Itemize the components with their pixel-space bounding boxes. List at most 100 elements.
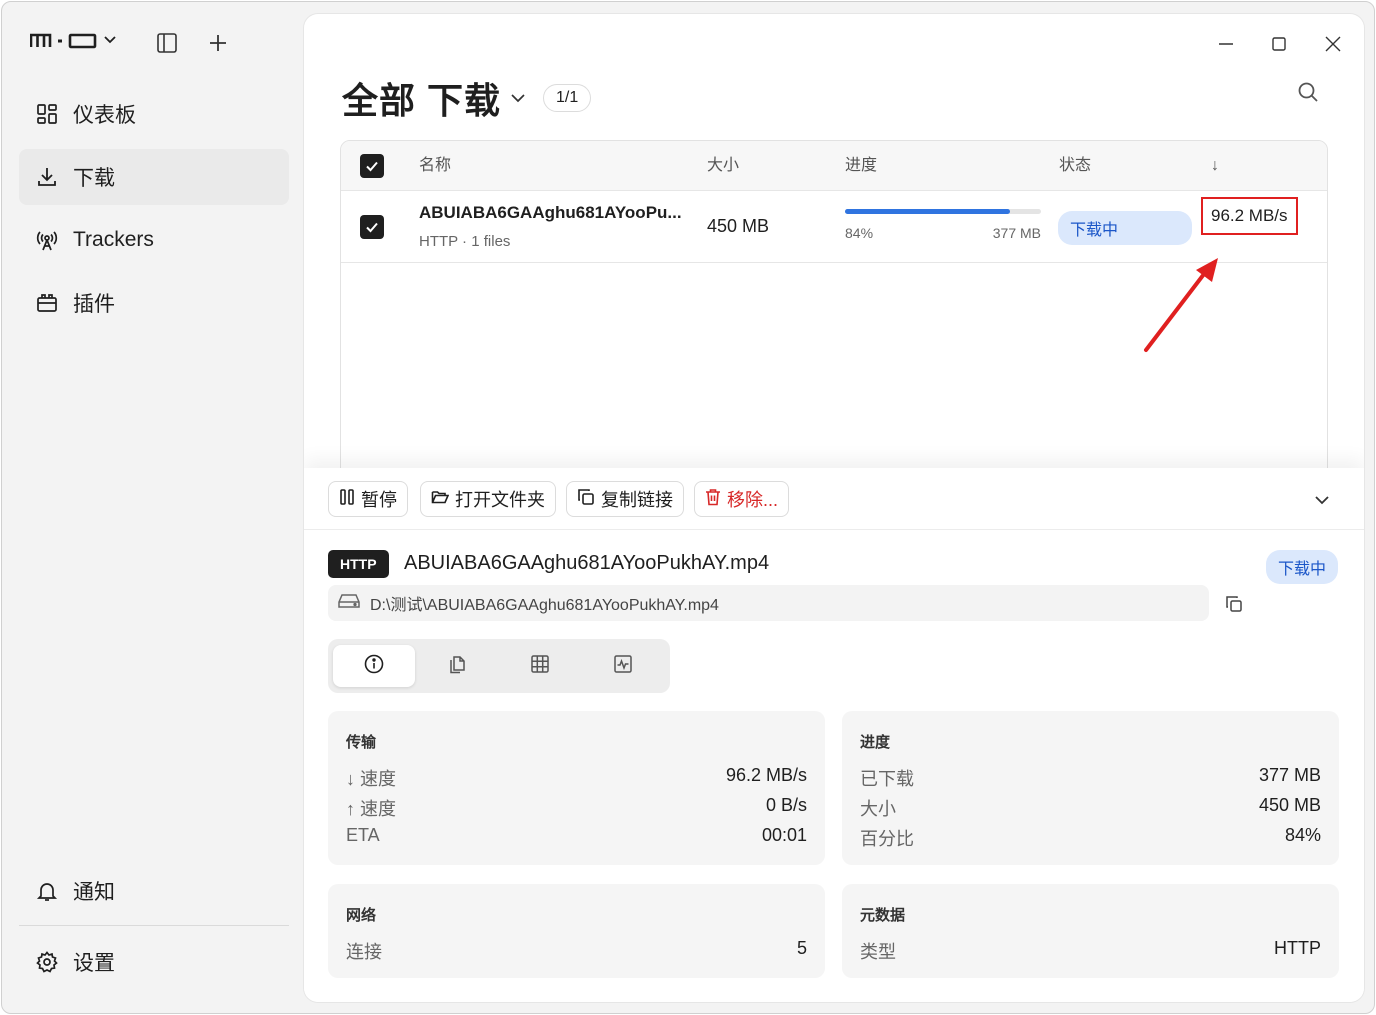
copy-path-icon[interactable] bbox=[1222, 592, 1246, 616]
value: 5 bbox=[796, 938, 807, 958]
select-all-checkbox[interactable] bbox=[360, 154, 384, 178]
transfer-card: 传输 ↓ 速度 96.2 MB/s ↑ 速度 0 B/s ETA 00:01 bbox=[328, 711, 825, 865]
column-header-speed[interactable]: ↓ bbox=[1211, 141, 1219, 191]
label: ETA bbox=[346, 825, 380, 845]
detail-tabs bbox=[328, 639, 670, 693]
drive-icon bbox=[338, 593, 360, 614]
downloaded-row: 已下载 377 MB bbox=[860, 765, 1321, 789]
action-toolbar: 暂停 打开文件夹 复制链接 移除... bbox=[304, 468, 1364, 530]
label: ↓ 速度 bbox=[346, 769, 397, 789]
sidebar-item-downloads[interactable]: 下载 bbox=[19, 149, 289, 205]
downloads-table: 名称 大小 进度 状态 ↓ ABUIABA6GAAghu681AYooPu...… bbox=[340, 140, 1328, 480]
plugin-icon bbox=[35, 291, 59, 315]
trash-icon bbox=[705, 488, 721, 511]
sidebar-item-settings[interactable]: 设置 bbox=[19, 934, 289, 990]
label: 类型 bbox=[860, 942, 896, 962]
down-speed-row: ↓ 速度 96.2 MB/s bbox=[346, 765, 807, 789]
row-file-name: ABUIABA6GAAghu681AYooPu... bbox=[419, 203, 682, 222]
metadata-card: 元数据 类型 HTTP bbox=[842, 884, 1339, 978]
card-title: 进度 bbox=[860, 734, 891, 751]
percent-row: 百分比 84% bbox=[860, 825, 1321, 849]
page-header: 全部 下载 1/1 bbox=[342, 72, 592, 124]
sidebar-item-label: 设置 bbox=[73, 952, 115, 975]
network-card: 网络 连接 5 bbox=[328, 884, 825, 978]
label: 已下载 bbox=[860, 769, 914, 789]
sidebar-item-notifications[interactable]: 通知 bbox=[19, 863, 289, 919]
page-title: 全部 下载 bbox=[342, 80, 502, 121]
folder-icon bbox=[431, 489, 450, 510]
card-title: 传输 bbox=[346, 734, 377, 751]
up-speed-row: ↑ 速度 0 B/s bbox=[346, 795, 807, 819]
column-header-name[interactable]: 名称 bbox=[419, 141, 451, 191]
row-file-sub: HTTP · 1 files bbox=[419, 233, 511, 250]
pause-icon bbox=[339, 488, 355, 511]
value: 0 B/s bbox=[765, 795, 807, 815]
gear-icon bbox=[35, 950, 59, 974]
label: ↑ 速度 bbox=[346, 799, 397, 819]
main-panel: 全部 下载 1/1 名称 大小 进度 状态 ↓ ABUIABA6GAAghu68… bbox=[304, 14, 1364, 1002]
sidebar-item-label: 插件 bbox=[73, 293, 115, 316]
collapse-panel-chevron-icon[interactable] bbox=[1310, 488, 1334, 512]
sidebar-item-dashboard[interactable]: 仪表板 bbox=[19, 86, 289, 142]
size-row: 大小 450 MB bbox=[860, 795, 1321, 819]
open-folder-button[interactable]: 打开文件夹 bbox=[420, 481, 556, 517]
detail-panel: 暂停 打开文件夹 复制链接 移除... HTTP ABUIABA6GAAghu6… bbox=[304, 468, 1364, 1002]
count-badge: 1/1 bbox=[543, 84, 592, 112]
value: 450 MB bbox=[1258, 795, 1321, 815]
table-row[interactable]: ABUIABA6GAAghu681AYooPu... HTTP · 1 file… bbox=[341, 191, 1327, 263]
pause-button[interactable]: 暂停 bbox=[328, 481, 408, 517]
eta-row: ETA 00:01 bbox=[346, 825, 807, 849]
sidebar-item-label: 仪表板 bbox=[73, 104, 136, 127]
pause-label: 暂停 bbox=[361, 490, 397, 510]
file-path-bar: D:\测试\ABUIABA6GAAghu681AYooPukhAY.mp4 bbox=[328, 585, 1209, 621]
progress-card: 进度 已下载 377 MB 大小 450 MB 百分比 84% bbox=[842, 711, 1339, 865]
grid-icon bbox=[530, 654, 550, 679]
m-o-logo-icon bbox=[30, 33, 97, 49]
files-icon bbox=[447, 654, 467, 679]
activity-chart-icon bbox=[613, 654, 633, 679]
table-header: 名称 大小 进度 状态 ↓ bbox=[341, 141, 1327, 191]
type-row: 类型 HTTP bbox=[860, 938, 1321, 962]
tab-pieces[interactable] bbox=[499, 645, 581, 687]
column-header-status[interactable]: 状态 bbox=[1059, 141, 1091, 191]
value: 84% bbox=[1284, 825, 1321, 845]
detail-status-badge: 下载中 bbox=[1266, 550, 1339, 584]
dashboard-icon bbox=[35, 102, 59, 126]
row-checkbox[interactable] bbox=[360, 215, 384, 239]
close-icon[interactable] bbox=[1321, 32, 1345, 56]
sidebar-item-label: 下载 bbox=[73, 167, 115, 190]
value: HTTP bbox=[1274, 938, 1321, 958]
card-title: 网络 bbox=[346, 907, 377, 924]
row-progress-bar bbox=[845, 209, 1041, 214]
remove-button[interactable]: 移除... bbox=[694, 481, 790, 517]
copy-link-button[interactable]: 复制链接 bbox=[566, 481, 684, 517]
value: 377 MB bbox=[1258, 765, 1321, 785]
value: 00:01 bbox=[761, 825, 807, 845]
sidebar-toggle-icon[interactable] bbox=[154, 30, 180, 56]
card-title: 元数据 bbox=[860, 907, 906, 924]
add-download-icon[interactable] bbox=[205, 30, 231, 56]
label: 百分比 bbox=[860, 829, 914, 849]
row-downloaded: 377 MB bbox=[992, 225, 1041, 241]
tab-info[interactable] bbox=[333, 645, 415, 687]
column-header-progress[interactable]: 进度 bbox=[845, 141, 877, 191]
sidebar-item-plugins[interactable]: 插件 bbox=[19, 275, 289, 331]
search-icon[interactable] bbox=[1294, 78, 1322, 106]
minimize-icon[interactable] bbox=[1214, 32, 1238, 56]
value: 96.2 MB/s bbox=[725, 765, 807, 785]
maximize-icon[interactable] bbox=[1267, 32, 1291, 56]
copy-link-label: 复制链接 bbox=[601, 490, 673, 510]
brand-menu[interactable] bbox=[30, 30, 116, 50]
remove-label: 移除... bbox=[727, 490, 779, 510]
connections-row: 连接 5 bbox=[346, 938, 807, 962]
sidebar-divider bbox=[19, 925, 289, 926]
tab-activity[interactable] bbox=[582, 645, 664, 687]
column-header-size[interactable]: 大小 bbox=[707, 141, 739, 191]
row-progress-fill bbox=[845, 209, 1010, 214]
row-progress-percent: 84% bbox=[845, 225, 874, 241]
title-dropdown-chevron-icon[interactable] bbox=[511, 93, 525, 103]
sidebar-item-trackers[interactable]: Trackers bbox=[19, 212, 289, 268]
info-icon bbox=[364, 654, 384, 679]
copy-icon bbox=[577, 488, 595, 511]
tab-files[interactable] bbox=[416, 645, 498, 687]
